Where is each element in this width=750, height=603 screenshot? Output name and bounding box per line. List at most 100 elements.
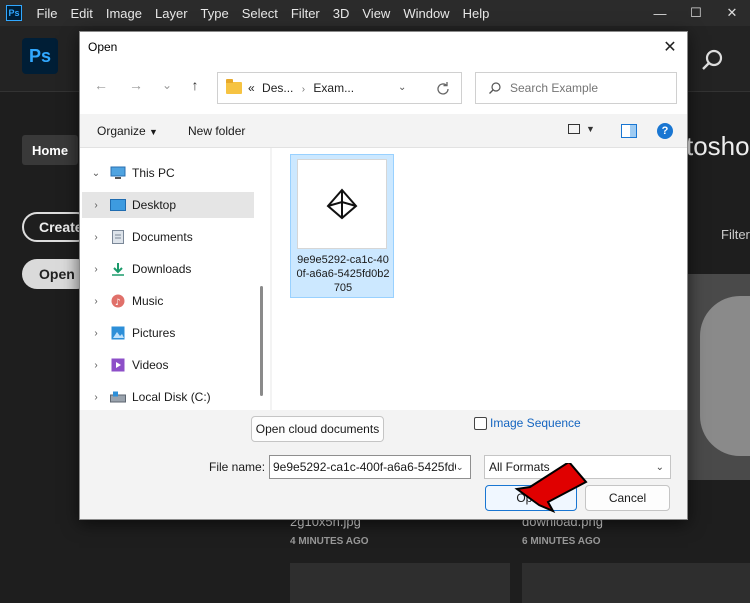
window-controls: — ☐ ✕ [642, 0, 750, 26]
new-folder-button[interactable]: New folder [188, 124, 245, 138]
tree-item-downloads[interactable]: › Downloads [82, 256, 254, 282]
tree-item-desktop[interactable]: › Desktop [82, 192, 254, 218]
command-bar: Organize ▼ New folder ▼ ? [80, 114, 687, 148]
breadcrumb-example[interactable]: Exam... [313, 81, 354, 95]
tree-item-label: Downloads [132, 262, 192, 276]
menu-type[interactable]: Type [194, 6, 235, 21]
menu-help[interactable]: Help [456, 6, 496, 21]
open-cloud-documents-button[interactable]: Open cloud documents [251, 416, 384, 442]
cancel-button[interactable]: Cancel [585, 485, 670, 511]
chevron-right-icon[interactable]: › [88, 392, 104, 403]
tree-item-label: Local Disk (C:) [132, 390, 211, 404]
refresh-icon[interactable] [433, 79, 453, 99]
search-box[interactable] [475, 72, 677, 104]
dialog-title: Open [88, 40, 118, 54]
ps-app-icon: Ps [6, 5, 22, 21]
chevron-right-icon[interactable]: › [88, 328, 104, 339]
tree-item-music[interactable]: › ♪ Music [82, 288, 254, 314]
recent-file-time: 4 MINUTES AGO [290, 536, 369, 547]
recent-locations-chevron-icon[interactable]: ⌄ [156, 74, 178, 96]
chevron-right-icon: › [301, 84, 306, 95]
address-bar[interactable]: « Des... › Exam... ⌄ [217, 72, 462, 104]
organize-label: Organize [97, 124, 146, 138]
menu-select[interactable]: Select [235, 6, 284, 21]
breadcrumb: « Des... › Exam... [248, 81, 354, 95]
file-name: 9e9e5292-ca1c-400f-a6a6-5425fd0b2705 [296, 254, 390, 294]
menu-filter[interactable]: Filter [284, 6, 326, 21]
search-icon[interactable] [700, 48, 724, 72]
breadcrumb-desktop[interactable]: Des... [262, 81, 293, 95]
search-input[interactable] [510, 81, 670, 95]
help-icon[interactable]: ? [657, 123, 673, 139]
organize-menu[interactable]: Organize ▼ [97, 124, 158, 138]
ps-menu: File Edit Image Layer Type Select Filter… [30, 6, 496, 21]
menu-image[interactable]: Image [99, 6, 148, 21]
menu-edit[interactable]: Edit [64, 6, 99, 21]
chevron-down-icon[interactable]: ⌄ [88, 168, 104, 179]
tree-item-pictures[interactable]: › Pictures [82, 320, 254, 346]
ps-menubar: Ps File Edit Image Layer Type Select Fil… [0, 0, 750, 26]
dialog-close-button[interactable]: ✕ [658, 35, 682, 59]
menu-file[interactable]: File [30, 6, 64, 21]
tree-item-this-pc[interactable]: ⌄ This PC [82, 160, 254, 186]
file-item[interactable]: 9e9e5292-ca1c-400f-a6a6-5425fd0b2705 [290, 154, 394, 298]
home-tab[interactable]: Home [22, 135, 78, 165]
recent-file-time: 6 MINUTES AGO [522, 536, 601, 547]
tree-item-local-disk[interactable]: › Local Disk (C:) [82, 384, 254, 410]
window-close-button[interactable]: ✕ [714, 0, 750, 26]
file-name-label: File name: [209, 460, 266, 474]
view-options[interactable]: ▼ [568, 124, 595, 134]
local-disk-icon [110, 390, 126, 404]
dialog-titlebar: Open ✕ [80, 32, 687, 62]
menu-window[interactable]: Window [397, 6, 456, 21]
tree-item-documents[interactable]: › Documents [82, 224, 254, 250]
tree-item-videos[interactable]: › Videos [82, 352, 254, 378]
preview-pane-icon[interactable] [621, 124, 637, 141]
chevron-right-icon[interactable]: › [88, 232, 104, 243]
caret-down-icon: ▼ [586, 124, 595, 134]
file-name-input[interactable] [273, 460, 456, 474]
navigation-scrollbar[interactable] [260, 286, 263, 396]
videos-icon [110, 358, 126, 372]
chevron-right-icon[interactable]: › [88, 360, 104, 371]
chevron-right-icon[interactable]: › [88, 264, 104, 275]
breadcrumb-overflow[interactable]: « [248, 81, 255, 95]
chevron-right-icon[interactable]: › [88, 200, 104, 211]
menu-view[interactable]: View [356, 6, 397, 21]
navigation-pane: ⌄ This PC › Desktop › Documents › Downlo… [80, 148, 270, 410]
back-arrow-icon[interactable]: ← [90, 74, 112, 96]
file-thumbnail [297, 159, 387, 249]
search-icon [489, 82, 501, 94]
minimize-button[interactable]: — [642, 0, 678, 26]
forward-arrow-icon[interactable]: → [125, 74, 147, 96]
tree-item-label: Videos [132, 358, 169, 372]
thumbnail-image [700, 296, 750, 456]
chevron-down-icon[interactable]: ⌄ [398, 82, 406, 93]
file-image-icon [326, 188, 358, 220]
ps-logo: Ps [22, 38, 58, 74]
file-name-field[interactable]: ⌄ [269, 455, 471, 479]
music-icon: ♪ [110, 294, 126, 308]
chevron-down-icon[interactable]: ⌄ [456, 462, 464, 473]
recent-file-card[interactable] [290, 563, 510, 603]
image-sequence-option[interactable]: Image Sequence [474, 416, 581, 430]
menu-3d[interactable]: 3D [326, 6, 356, 21]
recent-file-card[interactable] [522, 563, 750, 603]
up-arrow-icon[interactable]: ↑ [184, 74, 206, 96]
view-icon [568, 124, 580, 134]
desktop-icon [110, 198, 126, 212]
menu-layer[interactable]: Layer [149, 6, 195, 21]
file-list: 9e9e5292-ca1c-400f-a6a6-5425fd0b2705 [272, 148, 687, 410]
tree-item-label: This PC [132, 166, 175, 180]
dialog-footer: Open cloud documents Image Sequence File… [80, 410, 687, 519]
filter-label[interactable]: Filter [721, 227, 750, 242]
chevron-right-icon[interactable]: › [88, 296, 104, 307]
pc-icon [110, 166, 126, 180]
tree-item-label: Pictures [132, 326, 176, 340]
downloads-icon [110, 262, 126, 276]
navigation-bar: ← → ⌄ ↑ « Des... › Exam... ⌄ [80, 62, 687, 114]
maximize-button[interactable]: ☐ [678, 0, 714, 26]
tree-item-label: Music [132, 294, 164, 308]
pictures-icon [110, 326, 126, 340]
image-sequence-checkbox[interactable] [474, 416, 487, 430]
